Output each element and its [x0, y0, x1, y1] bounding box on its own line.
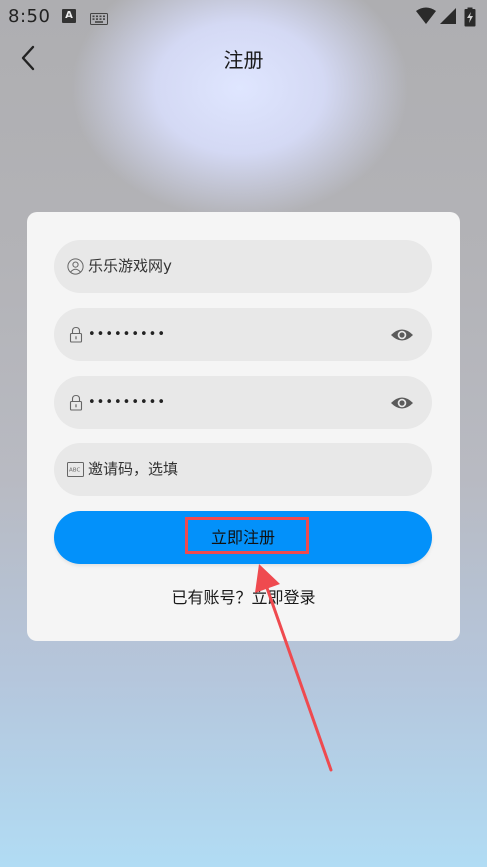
status-bar: 8:50 A — [0, 0, 487, 34]
keyboard-icon — [90, 10, 108, 29]
lock-icon — [67, 326, 84, 343]
screen: 8:50 A 注册 乐乐游戏网y ••••••••• ••••••••• ABC… — [0, 0, 487, 867]
login-prompt: 已有账号？立即登录 — [27, 584, 460, 608]
username-field[interactable]: 乐乐游戏网y — [54, 240, 432, 293]
notification-a-icon: A — [62, 9, 76, 23]
battery-icon — [464, 7, 476, 31]
lock-icon — [67, 394, 84, 411]
confirm-password-value[interactable]: ••••••••• — [88, 376, 166, 429]
annotation-highlight-box — [185, 517, 309, 554]
invite-code-icon: ABC — [67, 461, 84, 478]
user-icon — [67, 258, 84, 275]
username-value[interactable]: 乐乐游戏网y — [88, 240, 172, 293]
svg-text:ABC: ABC — [69, 468, 80, 474]
password-field[interactable]: ••••••••• — [54, 308, 432, 361]
invite-code-placeholder[interactable]: 邀请码，选填 — [88, 443, 178, 496]
login-link[interactable]: 立即登录 — [252, 588, 316, 607]
have-account-text: 已有账号？ — [171, 588, 252, 607]
register-button[interactable]: 立即注册 — [54, 511, 432, 564]
password-value[interactable]: ••••••••• — [88, 308, 166, 361]
status-time: 8:50 — [8, 6, 51, 27]
signal-icon — [439, 7, 457, 29]
page-title: 注册 — [223, 48, 264, 72]
confirm-password-field[interactable]: ••••••••• — [54, 376, 432, 429]
register-card: 乐乐游戏网y ••••••••• ••••••••• ABC 邀请码，选填 立即… — [27, 212, 460, 641]
wifi-icon — [416, 7, 436, 29]
invite-code-field[interactable]: ABC 邀请码，选填 — [54, 443, 432, 496]
eye-icon[interactable] — [390, 324, 414, 346]
eye-icon[interactable] — [390, 392, 414, 414]
